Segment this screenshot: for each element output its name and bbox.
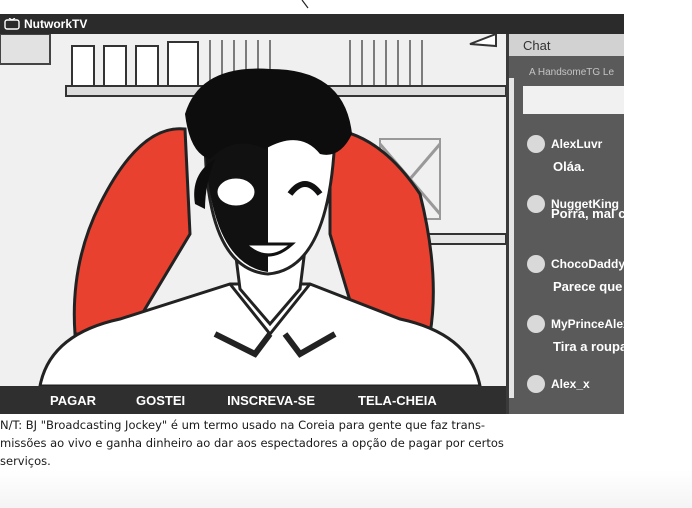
chat-message-text: Porra, mal c [551, 206, 624, 221]
chat-message-text: Tira a roupa [553, 339, 624, 354]
translator-note: N/T: BJ "Broadcasting Jockey" é um termo… [0, 416, 630, 470]
translator-note-line: serviços. [0, 454, 51, 468]
chat-message-text: Parece que [553, 279, 623, 294]
chat-message-text: Oláa. [553, 159, 585, 174]
fullscreen-button[interactable]: TELA-CHEIA [358, 393, 437, 408]
translator-note-line: missões ao vivo e ganha dinheiro ao dar … [0, 436, 504, 450]
control-bar: PAGAR GOSTEI INSCREVA-SE TELA-CHEIA [0, 386, 506, 414]
video-frame[interactable] [0, 34, 506, 386]
avatar [527, 375, 545, 393]
avatar [527, 315, 545, 333]
like-button[interactable]: GOSTEI [136, 393, 185, 408]
pay-button[interactable]: PAGAR [50, 393, 96, 408]
avatar [527, 135, 545, 153]
translator-note-line: N/T: BJ "Broadcasting Jockey" é um termo… [0, 418, 486, 432]
brand-name: NutworkTV [24, 17, 88, 31]
chat-username[interactable]: AlexLuvr [551, 137, 602, 151]
chat-username[interactable]: MyPrinceAlex [551, 317, 624, 331]
tv-icon [4, 18, 20, 30]
chat-username[interactable]: ChocoDaddy [551, 257, 624, 271]
avatar [527, 195, 545, 213]
chat-input[interactable] [523, 86, 624, 114]
chat-message: AlexLuvr Oláa. [509, 134, 624, 194]
chat-subheader: A HandsomeTG Le [529, 67, 615, 78]
ink-stroke [301, 0, 309, 9]
chat-message-list: AlexLuvr Oláa. NuggetKing Porra, mal c C… [509, 134, 624, 414]
stream-player: NutworkTV PAGAR GOSTEI INSCREVA-SE TELA-… [0, 14, 624, 414]
chat-message: MyPrinceAlex Tira a roupa [509, 314, 624, 374]
chat-username[interactable]: Alex_x [551, 377, 590, 391]
subscribe-button[interactable]: INSCREVA-SE [227, 393, 315, 408]
chat-message: Alex_x [509, 374, 624, 414]
avatar [527, 255, 545, 273]
streamer-illustration [0, 34, 506, 386]
chat-message: ChocoDaddy Parece que [509, 254, 624, 314]
chat-header: Chat [509, 34, 624, 56]
title-bar: NutworkTV [0, 14, 624, 34]
chat-message: NuggetKing Porra, mal c [509, 194, 624, 254]
page-background [0, 470, 692, 508]
chat-panel: Chat A HandsomeTG Le AlexLuvr Oláa. Nugg… [506, 34, 624, 414]
